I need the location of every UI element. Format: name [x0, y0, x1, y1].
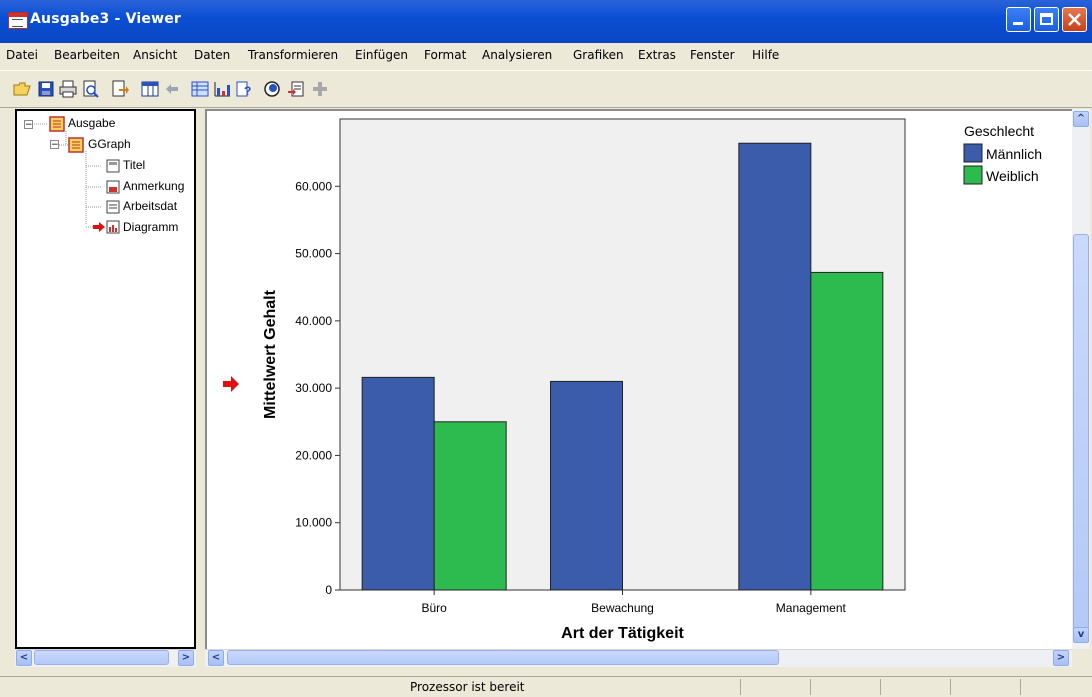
current-item-arrow-icon	[93, 222, 105, 232]
status-separator	[880, 679, 881, 695]
menu-format[interactable]: Format	[424, 48, 466, 62]
bar-chart: 0 10.000 20.000 30.000 40.000 50.000 60.000 Bür…	[223, 118, 1042, 642]
y-axis-label: Mittelwert Gehalt	[262, 289, 279, 419]
open-icon[interactable]	[12, 79, 32, 99]
content-horizontal-scrollbar[interactable]: < >	[205, 649, 1072, 667]
y-tick-label: 0	[325, 583, 332, 597]
legend-swatch-männlich	[963, 143, 983, 163]
title-bar[interactable]: Ausgabe3 - Viewer	[0, 0, 1092, 43]
content-vertical-scrollbar[interactable]: ^ v	[1072, 109, 1090, 649]
expand-icon[interactable]	[310, 79, 330, 99]
title-doc-icon	[106, 159, 120, 173]
outline-horizontal-scrollbar[interactable]: < >	[15, 649, 196, 667]
close-button[interactable]	[1062, 7, 1087, 32]
menu-bar: Datei Bearbeiten Ansicht Daten Transform…	[0, 43, 1092, 68]
status-separator	[810, 679, 811, 695]
status-bar: Prozessor ist bereit	[0, 676, 1092, 697]
selected-chart-arrow-icon	[223, 376, 239, 392]
bar-männlich-1	[550, 380, 623, 591]
menu-datei[interactable]: Datei	[6, 48, 38, 62]
pivot-table-icon[interactable]	[190, 79, 210, 99]
scroll-thumb[interactable]	[34, 650, 169, 665]
y-tick-label: 30.000	[295, 381, 332, 395]
save-icon[interactable]	[36, 79, 56, 99]
legend-label-weiblich: Weiblich	[986, 168, 1039, 184]
menu-bearbeiten[interactable]: Bearbeiten	[54, 48, 120, 62]
x-tick-label: Bewachung	[591, 601, 654, 615]
content-scroll-thumb[interactable]	[227, 650, 779, 665]
status-text: Prozessor ist bereit	[410, 680, 525, 694]
menu-transformieren[interactable]: Transformieren	[248, 48, 338, 62]
print-preview-icon[interactable]	[80, 79, 100, 99]
x-tick-label: Büro	[421, 601, 447, 615]
y-tick-label: 50.000	[295, 247, 332, 261]
undo-icon[interactable]	[162, 79, 182, 99]
minimize-button[interactable]	[1006, 7, 1031, 32]
bar-männlich-2	[738, 142, 812, 591]
scroll-right-button[interactable]: >	[178, 650, 194, 666]
scroll-left-button[interactable]: <	[16, 650, 32, 666]
outline-item-ausgabe[interactable]: Ausgabe	[68, 116, 115, 130]
vertical-scroll-thumb[interactable]	[1073, 234, 1089, 634]
outline-item-ggraph[interactable]: GGraph	[88, 137, 131, 151]
legend-label-männlich: Männlich	[986, 146, 1042, 162]
maximize-button[interactable]	[1034, 7, 1059, 32]
window-title: Ausgabe3 - Viewer	[30, 11, 182, 27]
outline-item-diagramm[interactable]: Diagramm	[123, 220, 178, 234]
ggraph-book-icon	[68, 137, 84, 153]
output-book-icon	[49, 116, 65, 132]
outline-pane[interactable]: − Ausgabe − GGraph Titel Anmerkung Arbei…	[15, 109, 196, 649]
bar-weiblich-2	[810, 271, 884, 591]
menu-grafiken[interactable]: Grafiken	[573, 48, 624, 62]
close-icon	[1068, 13, 1081, 26]
outline-item-titel[interactable]: Titel	[123, 158, 145, 172]
legend-title: Geschlecht	[964, 123, 1034, 139]
print-icon[interactable]	[58, 79, 78, 99]
status-separator	[740, 679, 741, 695]
chart-icon[interactable]	[212, 79, 232, 99]
menu-einfuegen[interactable]: Einfügen	[355, 48, 408, 62]
chart-doc-icon	[106, 220, 120, 234]
bar-männlich-0	[361, 376, 435, 591]
viewer-app-icon	[8, 12, 28, 29]
insert-output-icon[interactable]	[286, 79, 306, 99]
goto-data-icon[interactable]	[140, 79, 160, 99]
scroll-corner	[1072, 649, 1092, 676]
toolbar: ?	[0, 70, 1092, 108]
menu-hilfe[interactable]: Hilfe	[752, 48, 779, 62]
y-tick-label: 40.000	[295, 314, 332, 328]
dataset-doc-icon	[106, 200, 120, 214]
menu-extras[interactable]: Extras	[638, 48, 676, 62]
x-axis-label: Art der Tätigkeit	[561, 625, 684, 642]
collapse-ausgabe-toggle[interactable]: −	[24, 120, 33, 130]
outline-item-anmerkung[interactable]: Anmerkung	[123, 179, 184, 193]
scroll-up-button[interactable]: ^	[1073, 111, 1089, 127]
outline-item-arbeitsdat[interactable]: Arbeitsdat	[123, 199, 177, 213]
collapse-ggraph-toggle[interactable]: −	[50, 140, 59, 150]
help-icon[interactable]: ?	[234, 79, 254, 99]
y-tick-label: 60.000	[295, 179, 332, 193]
scroll-down-button[interactable]: v	[1073, 627, 1089, 643]
content-pane[interactable]: 0 10.000 20.000 30.000 40.000 50.000 60.000 Bür…	[205, 109, 1072, 649]
menu-ansicht[interactable]: Ansicht	[133, 48, 177, 62]
show-hide-icon[interactable]	[262, 79, 282, 99]
menu-fenster[interactable]: Fenster	[690, 48, 735, 62]
export-icon[interactable]	[110, 79, 130, 99]
notes-doc-icon	[106, 180, 120, 194]
content-scroll-right-button[interactable]: >	[1053, 650, 1069, 666]
svg-text:?: ?	[244, 84, 251, 98]
menu-analysieren[interactable]: Analysieren	[482, 48, 552, 62]
menu-daten[interactable]: Daten	[194, 48, 230, 62]
status-separator	[1020, 679, 1021, 695]
content-scroll-left-button[interactable]: <	[208, 650, 224, 666]
bar-weiblich-0	[433, 421, 507, 591]
status-separator	[950, 679, 951, 695]
y-tick-label: 10.000	[295, 516, 332, 530]
y-tick-label: 20.000	[295, 448, 332, 462]
x-tick-label: Management	[776, 601, 847, 615]
legend-swatch-weiblich	[963, 165, 983, 185]
